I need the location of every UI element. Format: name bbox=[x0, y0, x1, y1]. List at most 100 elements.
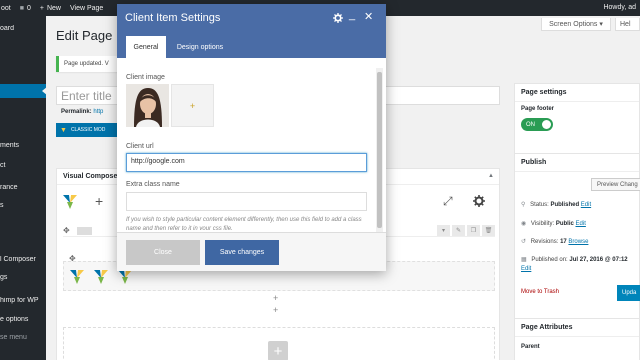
admin-menu: oard ments ct rance s l Composer gs himp… bbox=[0, 16, 46, 360]
page-settings-title: Page settings bbox=[515, 84, 639, 102]
revisions-row: ↺ Revisions: 17 Browse bbox=[521, 238, 588, 245]
screen-options-button[interactable]: Screen Options ▾ bbox=[541, 18, 611, 31]
edit-status-link[interactable]: Edit bbox=[581, 202, 591, 208]
vc-box-title: Visual Compose bbox=[63, 173, 118, 180]
calendar-icon: ▦ bbox=[521, 257, 527, 263]
preview-changes-button[interactable]: Preview Chang bbox=[591, 178, 640, 191]
menu-item-theme-options[interactable]: e options bbox=[0, 316, 46, 323]
view-page-link[interactable]: View Page bbox=[70, 5, 103, 12]
toggle-state: ON bbox=[526, 121, 535, 128]
permalink-label: Permalink: bbox=[61, 109, 92, 115]
account-greeting[interactable]: Howdy, ad bbox=[603, 4, 636, 11]
toggle-icon[interactable]: ▾ bbox=[437, 225, 450, 236]
tab-design-options[interactable]: Design options bbox=[170, 36, 230, 58]
page-attributes-box: Page Attributes Parent bbox=[514, 318, 640, 360]
client-element-icon[interactable] bbox=[118, 270, 132, 284]
tab-general[interactable]: General bbox=[126, 36, 166, 58]
gear-icon[interactable] bbox=[333, 13, 343, 23]
comment-icon: ■ bbox=[19, 4, 24, 12]
collapse-arrow-icon[interactable]: ▲ bbox=[488, 173, 494, 179]
client-element-icon[interactable] bbox=[94, 270, 108, 284]
revisions-value: 17 bbox=[560, 239, 567, 245]
add-element-icon[interactable]: + bbox=[95, 193, 103, 209]
parent-label: Parent bbox=[521, 344, 540, 350]
published-on-label: Published on: bbox=[531, 257, 568, 263]
collapse-menu[interactable]: se menu bbox=[0, 334, 46, 341]
view-page-label: View Page bbox=[69, 4, 104, 12]
save-changes-button[interactable]: Save changes bbox=[205, 240, 279, 265]
modal-header: Client Item Settings _ ✕ General Design … bbox=[117, 4, 386, 58]
vc-logo-icon bbox=[63, 195, 77, 209]
classic-mode-label: CLASSIC MOD bbox=[70, 127, 106, 133]
edit-visibility-link[interactable]: Edit bbox=[576, 221, 586, 227]
permalink-row: Permalink: http bbox=[61, 109, 103, 115]
comments-count: 0 bbox=[26, 4, 31, 12]
client-image-thumbnail[interactable] bbox=[126, 84, 169, 127]
status-value: Published bbox=[550, 202, 580, 208]
page-footer-toggle[interactable]: ON bbox=[521, 118, 553, 131]
scrollbar-thumb[interactable] bbox=[377, 72, 382, 228]
site-name-link[interactable]: oot bbox=[1, 5, 11, 12]
visibility-row: ◉ Visibility: Public Edit bbox=[521, 220, 586, 227]
visibility-value: Public bbox=[555, 221, 574, 227]
menu-item-settings[interactable]: gs bbox=[0, 274, 46, 281]
published-on-row: ▦ Published on: Jul 27, 2016 @ 07:12 bbox=[521, 256, 628, 263]
help-button[interactable]: Hel bbox=[615, 18, 640, 31]
visibility-label: Visibility: bbox=[530, 221, 555, 227]
row-layout-button[interactable] bbox=[77, 227, 92, 235]
pin-icon: ⚲ bbox=[521, 202, 526, 208]
update-button[interactable]: Upda bbox=[617, 285, 640, 301]
page-footer-label: Page footer bbox=[521, 106, 555, 112]
permalink-url-link[interactable]: http bbox=[93, 109, 103, 115]
menu-item-contact[interactable]: ct bbox=[0, 162, 46, 169]
vc-empty-row: + bbox=[63, 327, 495, 360]
revisions-label: Revisions: bbox=[530, 239, 559, 245]
pencil-icon[interactable]: ✎ bbox=[452, 225, 465, 236]
client-element-icon[interactable] bbox=[70, 270, 84, 284]
eye-icon: ◉ bbox=[521, 221, 527, 227]
move-to-trash-link[interactable]: Move to Trash bbox=[521, 289, 559, 295]
browse-revisions-link[interactable]: Browse bbox=[568, 239, 588, 245]
close-button[interactable]: Close bbox=[126, 240, 200, 265]
minimize-icon[interactable]: _ bbox=[349, 9, 355, 21]
page-settings-box: Page settings Page footer ON bbox=[514, 83, 640, 157]
new-content-link[interactable]: + New bbox=[40, 5, 61, 12]
move-icon[interactable]: ✥ bbox=[63, 226, 70, 235]
publish-box: Publish Preview Chang ⚲ Status: Publishe… bbox=[514, 153, 640, 323]
gear-icon[interactable] bbox=[473, 195, 485, 207]
menu-item-visual-composer[interactable]: l Composer bbox=[0, 256, 46, 263]
copy-icon[interactable]: ❐ bbox=[467, 225, 480, 236]
close-icon[interactable]: ✕ bbox=[364, 10, 373, 23]
comments-link[interactable]: ■ 0 bbox=[20, 5, 31, 12]
add-to-column-icon[interactable]: + bbox=[273, 293, 278, 303]
client-photo bbox=[126, 84, 169, 127]
edit-date-link[interactable]: Edit bbox=[521, 266, 531, 272]
modal-scrollbar[interactable] bbox=[376, 68, 383, 232]
add-image-button[interactable]: + bbox=[171, 84, 214, 127]
modal-body: Client image + Client url http://google.… bbox=[117, 58, 386, 230]
menu-item-mailchimp[interactable]: himp for WP bbox=[0, 297, 46, 304]
plus-icon: + bbox=[39, 4, 44, 12]
menu-item-dashboard[interactable]: oard bbox=[0, 25, 46, 32]
client-url-input[interactable]: http://google.com bbox=[126, 153, 367, 172]
menu-item-appearance[interactable]: rance bbox=[0, 184, 46, 191]
row-actions: ▾ ✎ ❐ 🗑 bbox=[435, 225, 495, 236]
menu-item-plugins[interactable]: s bbox=[0, 202, 46, 209]
extra-class-help-text: If you wish to style particular content … bbox=[126, 217, 362, 230]
page-title: Edit Page bbox=[56, 28, 113, 43]
classic-mode-button[interactable]: ▼ CLASSIC MOD bbox=[56, 123, 118, 137]
toggle-knob bbox=[542, 120, 551, 129]
page-attributes-title: Page Attributes bbox=[515, 319, 639, 337]
trash-icon[interactable]: 🗑 bbox=[482, 225, 495, 236]
menu-item-pages-active[interactable] bbox=[0, 84, 46, 98]
modal-footer: Close Save changes bbox=[117, 232, 386, 271]
add-row-icon[interactable]: + bbox=[273, 305, 278, 315]
extra-class-input[interactable] bbox=[126, 192, 367, 211]
new-label: New bbox=[46, 4, 61, 12]
extra-class-label: Extra class name bbox=[126, 181, 180, 188]
add-new-element-icon[interactable]: + bbox=[268, 341, 288, 360]
client-url-label: Client url bbox=[126, 143, 154, 150]
menu-item-comments[interactable]: ments bbox=[0, 142, 46, 149]
client-item-settings-modal: Client Item Settings _ ✕ General Design … bbox=[117, 4, 386, 271]
fullscreen-icon[interactable]: ⤢ bbox=[443, 194, 453, 209]
